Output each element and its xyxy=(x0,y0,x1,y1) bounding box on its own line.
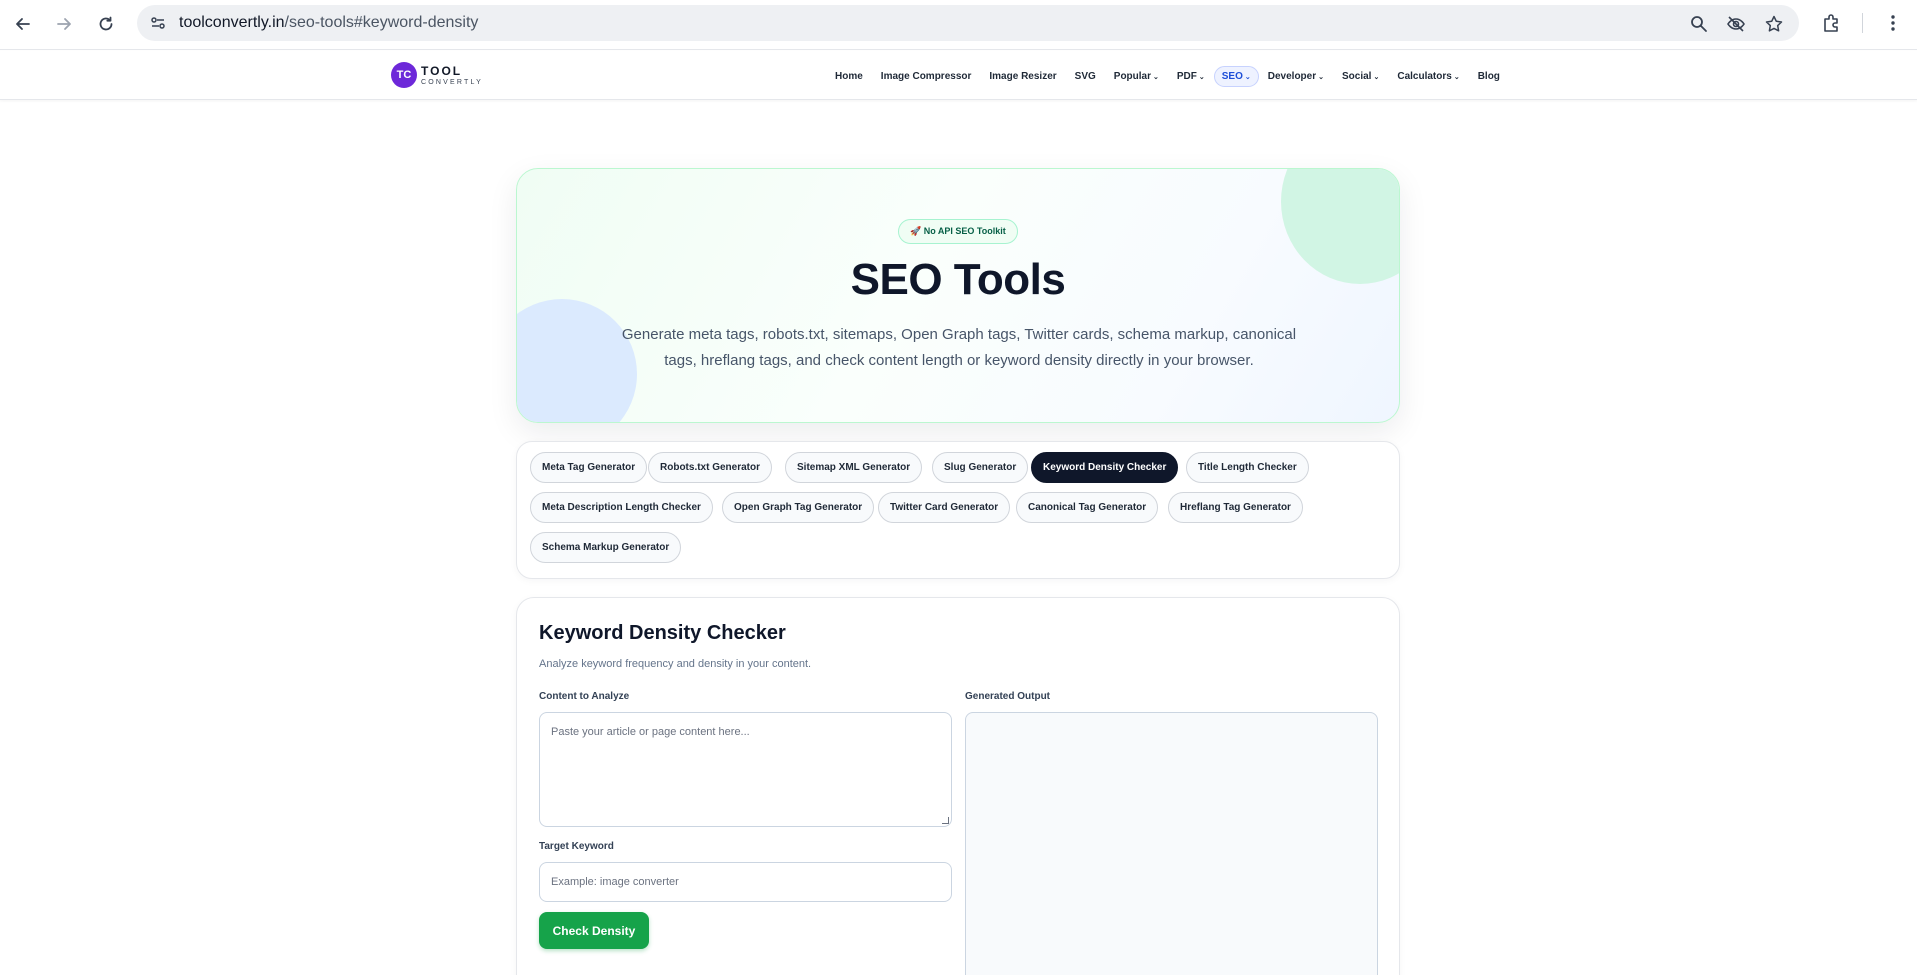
nav-seo[interactable]: SEO ⌄ xyxy=(1213,65,1259,87)
nav-svg[interactable]: SVG xyxy=(1066,66,1105,87)
nav-image-resizer[interactable]: Image Resizer xyxy=(980,66,1065,87)
zoom-icon[interactable] xyxy=(1689,14,1709,34)
tool-tabs-card: Meta Tag Generator Robots.txt Generator Si… xyxy=(516,441,1400,579)
page-title: SEO Tools xyxy=(850,255,1066,304)
site-logo[interactable]: TC TOOL CONVERTLY xyxy=(391,58,483,92)
nav-social[interactable]: Social ⌄ xyxy=(1333,66,1388,87)
chevron-down-icon: ⌄ xyxy=(1373,73,1380,81)
nav-label: SVG xyxy=(1074,70,1096,82)
nav-pdf[interactable]: PDF ⌄ xyxy=(1168,66,1214,87)
url-domain: toolconvertly.in xyxy=(179,14,285,31)
browser-toolbar: toolconvertly.in/seo-tools#keyword-densi… xyxy=(0,0,1917,50)
nav-developer[interactable]: Developer ⌄ xyxy=(1259,66,1333,87)
target-keyword-input[interactable]: Example: image converter xyxy=(539,862,952,902)
tab-schema-markup-generator[interactable]: Schema Markup Generator xyxy=(530,532,682,563)
tracking-protection-icon[interactable] xyxy=(1726,14,1746,34)
url-text[interactable]: toolconvertly.in/seo-tools#keyword-densi… xyxy=(179,14,478,32)
main-nav: Home Image Compressor Image Resizer SVG Popu… xyxy=(826,64,1509,88)
hero-description: Generate meta tags, robots.txt, sitemaps… xyxy=(621,326,1297,369)
site-header: TC TOOL CONVERTLY Home Image Compressor Im… xyxy=(0,51,1917,100)
nav-label: PDF xyxy=(1176,70,1197,82)
chevron-down-icon: ⌄ xyxy=(1153,73,1159,81)
nav-label: SEO xyxy=(1221,70,1243,82)
tab-sitemap-xml-generator[interactable]: Sitemap XML Generator xyxy=(785,452,923,483)
nav-label: Image Resizer xyxy=(989,70,1057,82)
url-path: /seo-tools#keyword-density xyxy=(284,14,479,31)
tool-title: Keyword Density Checker xyxy=(539,622,786,644)
logo-line2: CONVERTLY xyxy=(421,78,483,86)
kebab-menu-icon[interactable] xyxy=(1882,12,1904,34)
nav-label: Home xyxy=(835,70,863,82)
nav-label: Blog xyxy=(1477,70,1500,82)
forward-icon[interactable] xyxy=(51,11,77,37)
tab-meta-description-length-checker[interactable]: Meta Description Length Checker xyxy=(530,492,713,523)
address-bar[interactable]: toolconvertly.in/seo-tools#keyword-densi… xyxy=(137,5,1799,41)
toolbar-divider xyxy=(1862,13,1863,33)
resize-handle-icon[interactable] xyxy=(942,817,949,824)
keyword-density-panel: Keyword Density Checker Analyze keyword … xyxy=(516,597,1400,975)
nav-label: Developer xyxy=(1267,70,1317,82)
nav-calculators[interactable]: Calculators ⌄ xyxy=(1388,66,1468,87)
hero-card: 🚀 No API SEO Toolkit SEO Tools Generate … xyxy=(516,168,1400,423)
extensions-icon[interactable] xyxy=(1820,12,1842,34)
tab-meta-tag-generator[interactable]: Meta Tag Generator xyxy=(530,452,648,483)
logo-line1: TOOL xyxy=(421,63,463,78)
nav-home[interactable]: Home xyxy=(826,66,872,87)
content-label: Content to Analyze xyxy=(539,691,630,702)
content-placeholder: Paste your article or page content here.… xyxy=(551,726,750,738)
logo-badge: TC xyxy=(391,62,417,88)
generated-output-box[interactable] xyxy=(965,712,1378,975)
check-density-button[interactable]: Check Density xyxy=(539,912,649,949)
chevron-down-icon: ⌄ xyxy=(1453,73,1460,81)
tab-canonical-tag-generator[interactable]: Canonical Tag Generator xyxy=(1016,492,1159,523)
nav-label: Popular xyxy=(1113,70,1152,82)
back-icon[interactable] xyxy=(10,11,36,37)
nav-label: Image Compressor xyxy=(880,70,972,82)
tab-robots-txt-generator[interactable]: Robots.txt Generator xyxy=(648,452,773,483)
chevron-down-icon: ⌄ xyxy=(1318,73,1324,81)
keyword-label: Target Keyword xyxy=(539,841,614,852)
tab-hreflang-tag-generator[interactable]: Hreflang Tag Generator xyxy=(1168,492,1303,523)
keyword-placeholder: Example: image converter xyxy=(551,876,679,888)
nav-label: Social xyxy=(1342,70,1372,82)
tab-keyword-density-checker[interactable]: Keyword Density Checker xyxy=(1031,452,1179,483)
tool-subtitle: Analyze keyword frequency and density in… xyxy=(539,658,812,670)
nav-popular[interactable]: Popular ⌄ xyxy=(1105,66,1168,87)
chevron-down-icon: ⌄ xyxy=(1198,73,1205,81)
reload-icon[interactable] xyxy=(93,11,119,37)
toolkit-badge: 🚀 No API SEO Toolkit xyxy=(898,219,1018,244)
nav-label: Calculators xyxy=(1397,70,1452,82)
tab-twitter-card-generator[interactable]: Twitter Card Generator xyxy=(878,492,1011,523)
tab-slug-generator[interactable]: Slug Generator xyxy=(932,452,1029,483)
nav-image-compressor[interactable]: Image Compressor xyxy=(872,66,981,87)
output-label: Generated Output xyxy=(965,691,1051,702)
logo-wordmark: TOOL CONVERTLY xyxy=(421,65,483,86)
site-settings-icon[interactable] xyxy=(149,14,167,32)
chevron-down-icon: ⌄ xyxy=(1244,73,1251,81)
content-textarea[interactable]: Paste your article or page content here.… xyxy=(539,712,952,827)
bookmark-star-icon[interactable] xyxy=(1764,14,1784,34)
tab-open-graph-tag-generator[interactable]: Open Graph Tag Generator xyxy=(722,492,875,523)
tab-title-length-checker[interactable]: Title Length Checker xyxy=(1186,452,1309,483)
nav-blog[interactable]: Blog xyxy=(1469,66,1509,87)
